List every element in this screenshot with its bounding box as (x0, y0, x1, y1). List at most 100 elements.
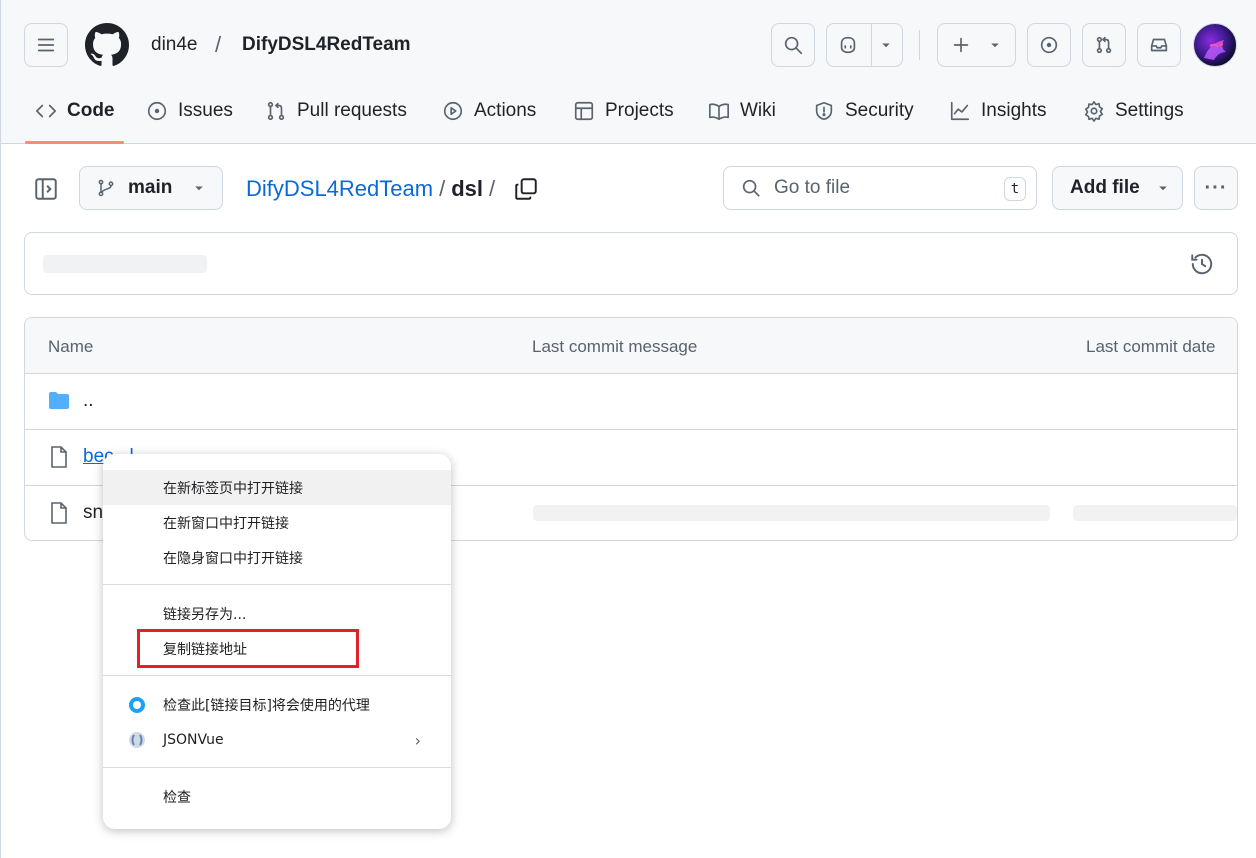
book-icon (709, 103, 729, 121)
copy-path-icon[interactable] (513, 176, 539, 202)
avatar-image (1204, 40, 1226, 60)
more-options-button[interactable]: ··· (1194, 166, 1238, 210)
repo-owner-link[interactable]: din4e (151, 34, 198, 56)
menu-item-open-new-tab[interactable]: 在新标签页中打开链接 (103, 470, 451, 505)
code-icon (36, 104, 56, 118)
issues-shortcut-button[interactable] (1027, 23, 1071, 67)
copilot-button[interactable] (826, 23, 903, 67)
menu-item-label: 检查此[链接目标]将会使用的代理 (163, 697, 370, 714)
menu-item-label: 检查 (163, 789, 191, 806)
search-button[interactable] (771, 23, 815, 67)
branch-selector-button[interactable]: main (79, 166, 223, 210)
issue-icon (147, 101, 167, 121)
menu-button[interactable] (24, 23, 68, 67)
repo-header: din4e / DifyDSL4RedTeam Code Issues Pull… (1, 0, 1256, 144)
graph-icon (950, 101, 970, 121)
search-icon (742, 179, 760, 197)
file-link[interactable]: sn (83, 502, 103, 524)
chevron-down-icon (991, 43, 999, 48)
issue-icon (1040, 36, 1058, 54)
repo-nav-tabs: Code Issues Pull requests Actions Projec… (1, 88, 1256, 144)
tab-actions[interactable]: Actions (432, 88, 546, 134)
tab-label: Code (67, 100, 115, 121)
tab-label: Insights (981, 100, 1047, 121)
menu-item-check-proxy[interactable]: 检查此[链接目标]将会使用的代理 (103, 687, 451, 722)
column-header-message: Last commit message (532, 337, 698, 356)
menu-item-open-new-window[interactable]: 在新窗口中打开链接 (103, 505, 451, 540)
menu-separator (103, 675, 451, 676)
header-divider (919, 30, 920, 60)
breadcrumb-repo-link[interactable]: DifyDSL4RedTeam (246, 176, 433, 202)
gear-icon (1084, 101, 1104, 122)
branch-icon (98, 179, 114, 197)
kebab-icon: ··· (1204, 176, 1228, 199)
create-new-button[interactable] (937, 23, 1016, 67)
chevron-down-icon (195, 186, 204, 191)
go-to-file-input[interactable]: Go to file t (723, 166, 1037, 210)
tab-insights[interactable]: Insights (939, 88, 1056, 134)
pull-requests-shortcut-button[interactable] (1082, 23, 1126, 67)
table-icon (574, 101, 594, 121)
shield-icon (815, 101, 833, 121)
file-table-header: Name Last commit message Last commit dat… (25, 318, 1237, 374)
breadcrumb-current: dsl (451, 176, 483, 201)
tab-issues[interactable]: Issues (136, 88, 243, 134)
tab-code[interactable]: Code (25, 88, 125, 134)
menu-item-label: 在新标签页中打开链接 (163, 480, 303, 497)
branch-name: main (128, 177, 173, 198)
copilot-icon (840, 36, 856, 54)
menu-item-save-link-as[interactable]: 链接另存为... (103, 596, 451, 631)
annotation-highlight-box (137, 629, 359, 668)
tab-projects[interactable]: Projects (563, 88, 684, 134)
go-to-file-placeholder: Go to file (774, 177, 851, 198)
chevron-down-icon (1158, 186, 1167, 191)
column-header-name: Name (48, 337, 94, 356)
tab-label: Settings (1115, 100, 1184, 121)
tab-label: Security (845, 100, 914, 121)
github-logo-icon[interactable] (85, 23, 129, 67)
play-icon (443, 101, 463, 121)
menu-separator (103, 584, 451, 585)
pull-request-icon (267, 101, 285, 121)
tab-label: Pull requests (297, 100, 407, 121)
menu-item-label: JSONVue (163, 731, 224, 748)
search-icon (784, 36, 803, 55)
breadcrumb-trailing-separator: / (489, 176, 496, 201)
loading-skeleton (1073, 505, 1237, 521)
copilot-divider (871, 24, 872, 66)
active-tab-indicator (25, 141, 124, 144)
menu-item-label: 链接另存为... (163, 606, 247, 623)
add-file-button[interactable]: Add file (1052, 166, 1183, 210)
file-icon (51, 502, 67, 524)
pull-request-icon (1096, 36, 1112, 54)
loading-skeleton (43, 255, 207, 273)
sidebar-expand-icon[interactable] (33, 176, 59, 202)
tab-wiki[interactable]: Wiki (698, 88, 786, 134)
menu-item-open-incognito[interactable]: 在隐身窗口中打开链接 (103, 540, 451, 575)
file-icon (51, 446, 67, 468)
hamburger-icon (37, 38, 55, 52)
user-avatar[interactable] (1193, 23, 1237, 67)
tab-settings[interactable]: Settings (1073, 88, 1194, 134)
loading-skeleton (533, 505, 1050, 521)
tab-pull-requests[interactable]: Pull requests (255, 88, 417, 134)
inbox-button[interactable] (1137, 23, 1181, 67)
inbox-icon (1150, 38, 1168, 52)
history-icon[interactable] (1189, 251, 1215, 277)
menu-item-jsonvue[interactable]: JSONVue › (103, 722, 451, 757)
tab-security[interactable]: Security (803, 88, 924, 134)
menu-item-label: 在新窗口中打开链接 (163, 515, 289, 532)
latest-commit-box (24, 232, 1238, 295)
jsonvue-icon (129, 732, 145, 748)
tab-label: Projects (605, 100, 674, 121)
proxy-extension-icon (129, 697, 145, 713)
plus-icon (953, 37, 969, 53)
tab-label: Actions (474, 100, 537, 121)
repo-name-link[interactable]: DifyDSL4RedTeam (242, 34, 411, 56)
chevron-down-icon[interactable] (877, 36, 895, 54)
menu-separator (103, 767, 451, 768)
parent-directory-link[interactable]: .. (83, 390, 94, 412)
table-row[interactable]: .. (25, 374, 1237, 430)
menu-item-inspect[interactable]: 检查 (103, 779, 451, 814)
breadcrumb: DifyDSL4RedTeam / dsl / (246, 176, 495, 202)
